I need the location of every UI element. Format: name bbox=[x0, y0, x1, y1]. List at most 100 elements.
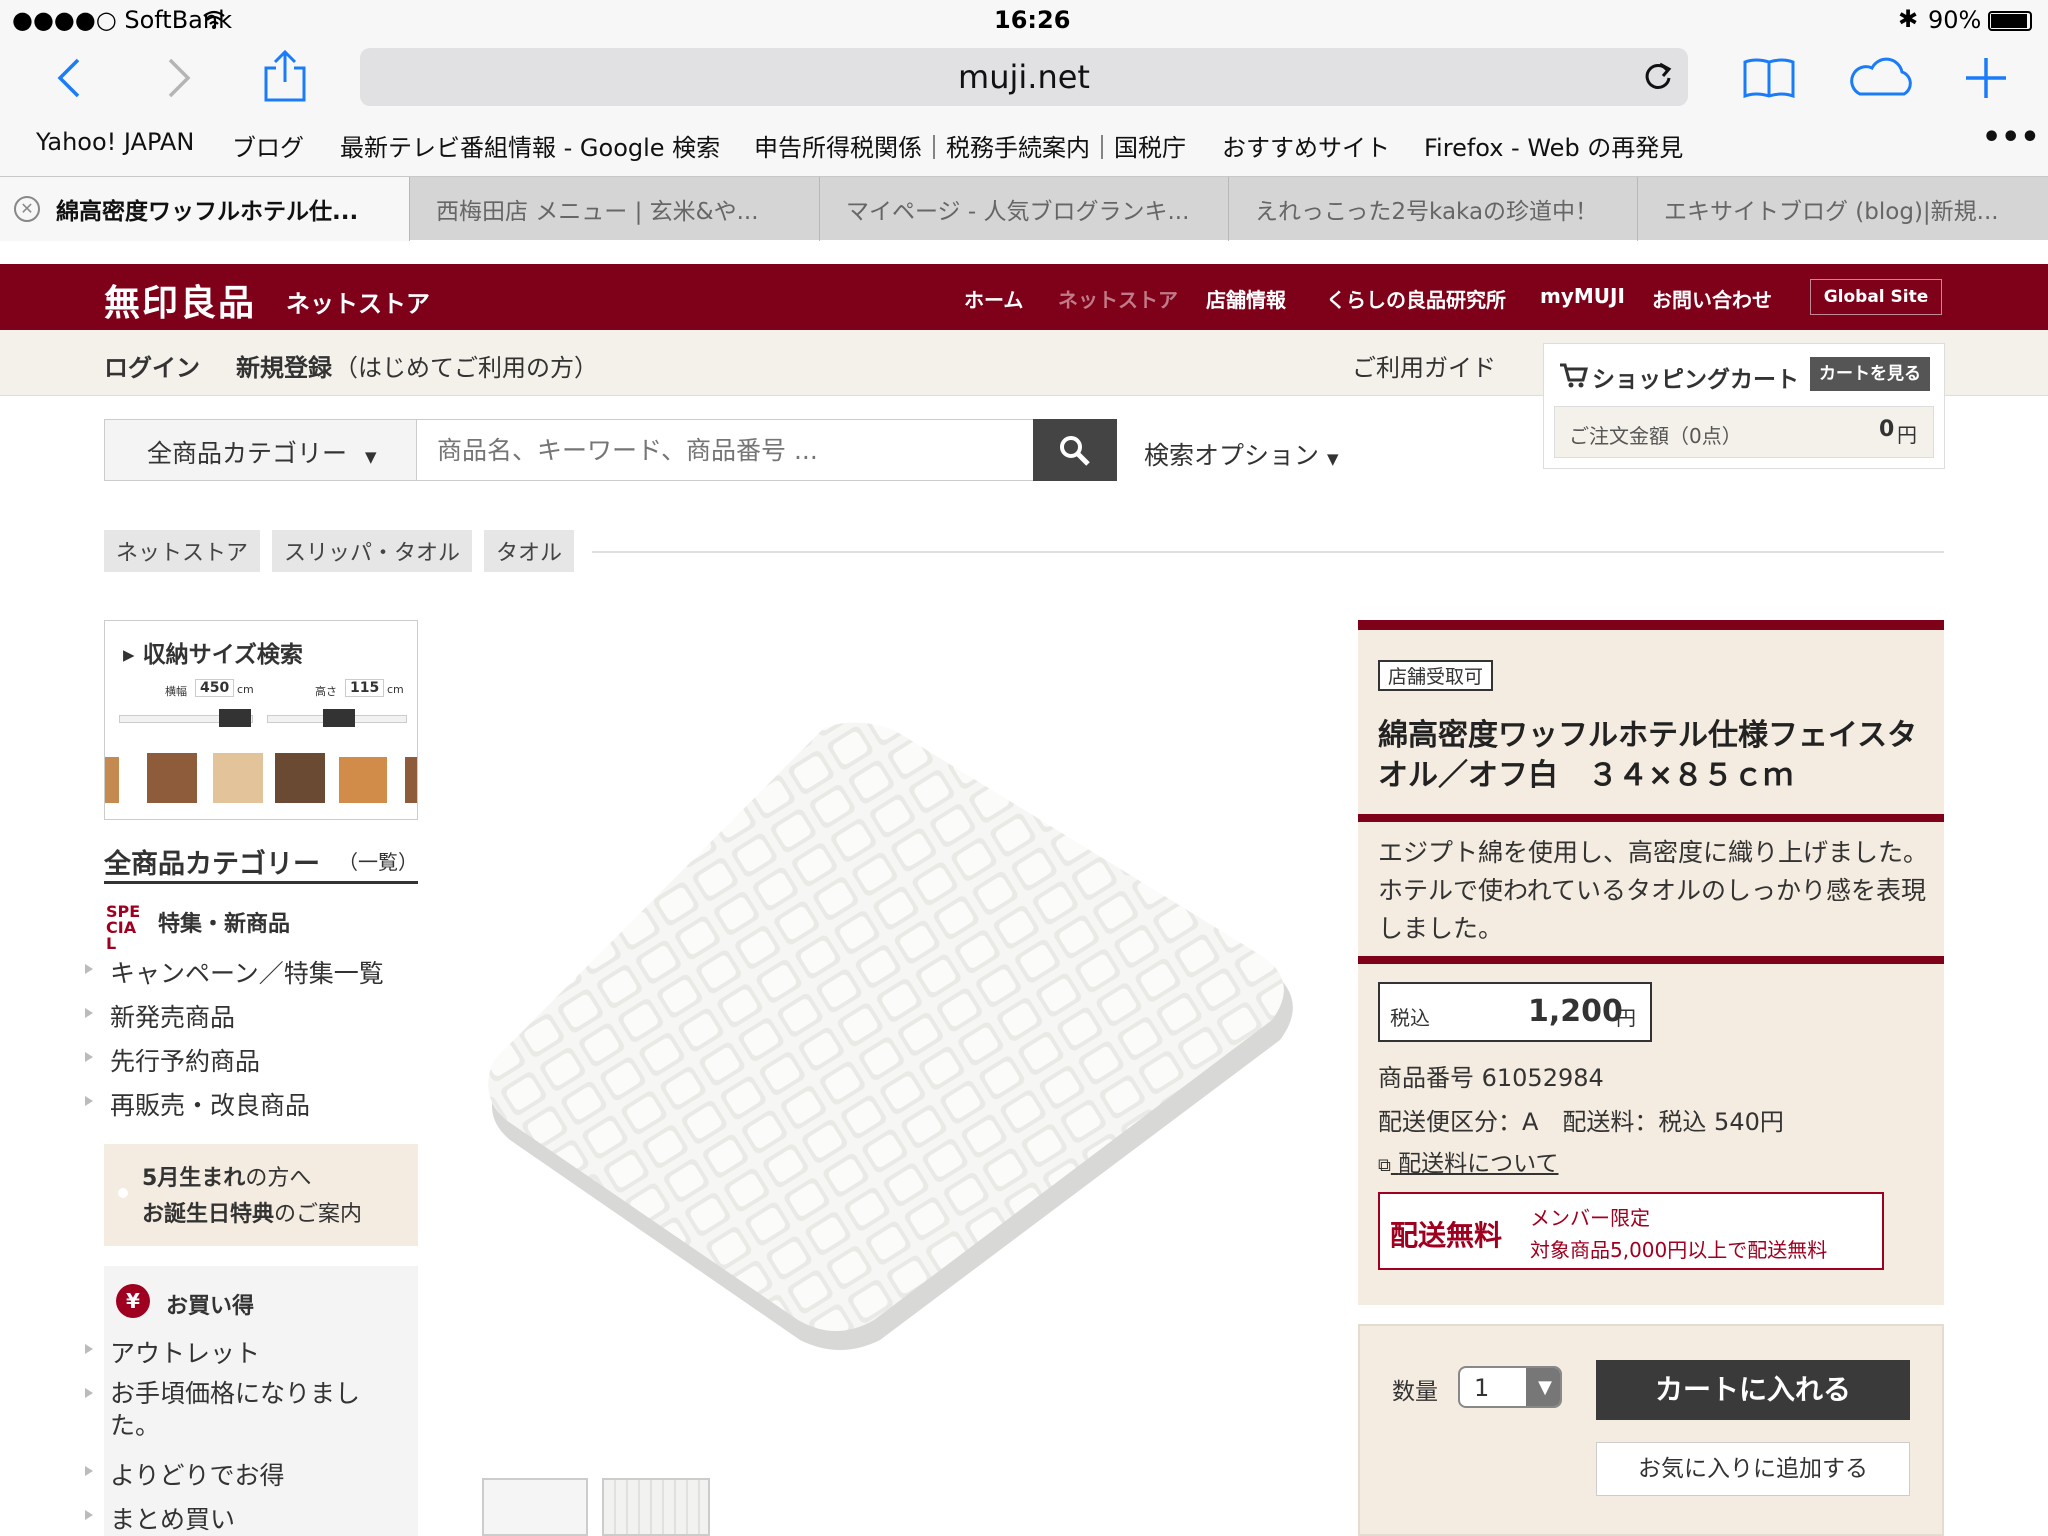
storage-size-search[interactable]: ▸ 収納サイズ検索 横幅 450 cm 高さ 115 cm bbox=[104, 620, 418, 820]
birthday-line2: お誕生日特典のご案内 bbox=[142, 1202, 363, 1227]
search-icon bbox=[1060, 436, 1090, 466]
storage-boxes-image bbox=[105, 753, 417, 809]
bookmark-tv[interactable]: 最新テレビ番組情報 - Google 検索 bbox=[340, 128, 720, 163]
tab-label: 綿高密度ワッフルホテル仕... bbox=[56, 199, 359, 225]
bookmark-blog[interactable]: ブログ bbox=[232, 128, 304, 163]
add-to-cart-button[interactable]: カートに入れる bbox=[1596, 1360, 1910, 1420]
nav-contact[interactable]: お問い合わせ bbox=[1652, 284, 1772, 313]
global-site-button[interactable]: Global Site bbox=[1810, 279, 1942, 315]
shipping-link[interactable]: ⧉ 配送料について bbox=[1378, 1144, 1558, 1178]
tab-label: エキサイトブログ (blog)|新規... bbox=[1664, 199, 1999, 225]
special-title[interactable]: 特集・新商品 bbox=[158, 906, 290, 938]
free-shipping-banner[interactable]: 配送無料 メンバー限定 対象商品5,000円以上で配送無料 bbox=[1378, 1192, 1884, 1270]
search-bar: 全商品カテゴリー ▼ bbox=[104, 419, 1117, 481]
forward-icon[interactable] bbox=[164, 56, 194, 100]
birthday-line1: 5月生まれの方へ bbox=[142, 1166, 312, 1191]
sidebar-item-preorder[interactable]: 先行予約商品 bbox=[84, 1042, 260, 1078]
tab-umeda[interactable]: 西梅田店 メニュー | 玄米&や... bbox=[410, 177, 820, 241]
bookmark-recommended[interactable]: おすすめサイト bbox=[1222, 128, 1390, 163]
price-yen: 円 bbox=[1616, 1006, 1636, 1030]
sidebar-item-price-down[interactable]: お手頃価格になりました。 bbox=[85, 1378, 380, 1442]
url-text: muji.net bbox=[958, 58, 1090, 96]
tab-blogranking[interactable]: マイページ - 人気ブログランキ... bbox=[820, 177, 1229, 241]
new-tab-icon[interactable] bbox=[1964, 56, 2008, 100]
price: 1,200 bbox=[1528, 994, 1623, 1029]
sidebar-item-pick[interactable]: よりどりでお得 bbox=[85, 1456, 285, 1492]
login-link[interactable]: ログイン bbox=[104, 348, 200, 383]
bullet-icon bbox=[118, 1188, 128, 1198]
address-bar[interactable]: muji.net bbox=[360, 48, 1688, 106]
shopping-cart-box: ショッピングカート カートを見る ご注文金額（0点） 0 円 bbox=[1543, 343, 1945, 469]
birthday-banner[interactable]: 5月生まれの方へ お誕生日特典のご案内 bbox=[104, 1144, 418, 1246]
cart-amount-label: ご注文金額（0点） bbox=[1569, 424, 1742, 448]
bluetooth-icon: ✱ bbox=[1898, 5, 1919, 33]
breadcrumb-netstore[interactable]: ネットストア bbox=[104, 530, 261, 572]
sidebar-item-new[interactable]: 新発売商品 bbox=[84, 998, 235, 1034]
deals-title[interactable]: お買い得 bbox=[166, 1288, 254, 1320]
guide-link[interactable]: ご利用ガイド bbox=[1352, 348, 1496, 383]
view-cart-button[interactable]: カートを見る bbox=[1810, 357, 1930, 391]
tab-excite[interactable]: エキサイトブログ (blog)|新規... bbox=[1638, 177, 2048, 241]
register-link[interactable]: 新規登録 bbox=[236, 348, 332, 383]
width-label: 横幅 bbox=[165, 685, 187, 698]
price-box: 税込 1,200 円 bbox=[1378, 982, 1652, 1042]
free-shipping-line2: 対象商品5,000円以上で配送無料 bbox=[1530, 1238, 1828, 1262]
bookmarks-icon[interactable] bbox=[1742, 56, 1796, 100]
thumbnail-1[interactable] bbox=[482, 1478, 588, 1536]
nav-stores[interactable]: 店舗情報 bbox=[1206, 284, 1286, 313]
quantity-select[interactable]: 1 ▼ bbox=[1458, 1366, 1562, 1408]
nav-mymuji[interactable]: myMUJI bbox=[1540, 284, 1625, 308]
breadcrumb-label: タオル bbox=[496, 541, 563, 566]
bookmark-tax[interactable]: 申告所得税関係｜税務手続案内｜国税庁 bbox=[754, 128, 1186, 163]
all-categories-note[interactable]: （一覧） bbox=[338, 846, 418, 875]
tab-label: えれっこった2号kakaの珍道中！ bbox=[1255, 199, 1599, 225]
muji-logo[interactable]: 無印良品 bbox=[104, 274, 256, 326]
tab-muji[interactable]: ✕ 綿高密度ワッフルホテル仕... bbox=[0, 177, 410, 241]
thumbnail-2[interactable] bbox=[602, 1478, 710, 1536]
store-pickup-badge: 店舗受取可 bbox=[1378, 660, 1494, 691]
category-select[interactable]: 全商品カテゴリー ▼ bbox=[105, 420, 417, 480]
back-icon[interactable] bbox=[54, 56, 84, 100]
share-icon[interactable] bbox=[262, 48, 308, 104]
cart-yen: 円 bbox=[1897, 423, 1917, 447]
sidebar-item-resale[interactable]: 再販売・改良商品 bbox=[84, 1086, 310, 1122]
battery-icon bbox=[1988, 11, 2032, 31]
close-tab-icon[interactable]: ✕ bbox=[14, 196, 40, 222]
breadcrumb-towel[interactable]: タオル bbox=[484, 530, 575, 572]
sidebar-item-bulk[interactable]: まとめ買い bbox=[84, 1500, 235, 1536]
icloud-tabs-icon[interactable] bbox=[1846, 56, 1918, 100]
bookmarks-bar: Yahoo! JAPAN ブログ 最新テレビ番組情報 - Google 検索 申… bbox=[0, 120, 2048, 170]
search-options-link[interactable]: 検索オプション ▼ bbox=[1144, 436, 1339, 472]
tab-bar: ✕ 綿高密度ワッフルホテル仕... 西梅田店 メニュー | 玄米&や... マイ… bbox=[0, 176, 2048, 241]
bookmark-firefox[interactable]: Firefox - Web の再発見 bbox=[1424, 128, 1683, 163]
nav-home[interactable]: ホーム bbox=[964, 284, 1023, 313]
product-image[interactable] bbox=[480, 720, 1320, 1370]
nav-netstore[interactable]: ネットストア bbox=[1058, 284, 1178, 313]
search-button[interactable] bbox=[1033, 419, 1117, 481]
reload-icon[interactable] bbox=[1642, 60, 1674, 92]
register-note: （はじめてご利用の方） bbox=[334, 354, 598, 382]
all-categories-title[interactable]: 全商品カテゴリー bbox=[104, 842, 320, 881]
search-options-label: 検索オプション bbox=[1144, 441, 1320, 470]
add-to-favorites-button[interactable]: お気に入りに追加する bbox=[1596, 1442, 1910, 1496]
sidebar-item-campaign[interactable]: キャンペーン／特集一覧 bbox=[85, 954, 384, 990]
window-icon: ⧉ bbox=[1378, 1155, 1391, 1176]
quantity-label: 数量 bbox=[1392, 1379, 1438, 1405]
tax-label: 税込 bbox=[1390, 1006, 1430, 1030]
breadcrumb-slipper-towel[interactable]: スリッパ・タオル bbox=[272, 530, 473, 572]
status-bar: ●●●●○ SoftBank 16:26 ✱ 90% bbox=[0, 0, 2048, 42]
category-select-label: 全商品カテゴリー bbox=[147, 439, 348, 468]
tab-kaka[interactable]: えれっこった2号kakaの珍道中！ bbox=[1229, 177, 1638, 241]
bookmark-yahoo[interactable]: Yahoo! JAPAN bbox=[36, 128, 194, 156]
nav-lab[interactable]: くらしの良品研究所 bbox=[1326, 284, 1506, 313]
height-value: 115 bbox=[345, 679, 385, 697]
width-slider-handle[interactable] bbox=[219, 709, 251, 727]
sidebar-item-outlet[interactable]: アウトレット bbox=[84, 1334, 260, 1370]
quantity-value: 1 bbox=[1474, 1374, 1490, 1402]
height-slider-handle[interactable] bbox=[323, 709, 355, 727]
more-bookmarks-icon[interactable]: ••• bbox=[1982, 120, 2040, 155]
cart-icon bbox=[1560, 363, 1588, 388]
yen-icon: ¥ bbox=[116, 1284, 150, 1318]
storage-title: ▸ 収納サイズ検索 bbox=[123, 642, 303, 668]
search-input[interactable] bbox=[419, 420, 1009, 480]
